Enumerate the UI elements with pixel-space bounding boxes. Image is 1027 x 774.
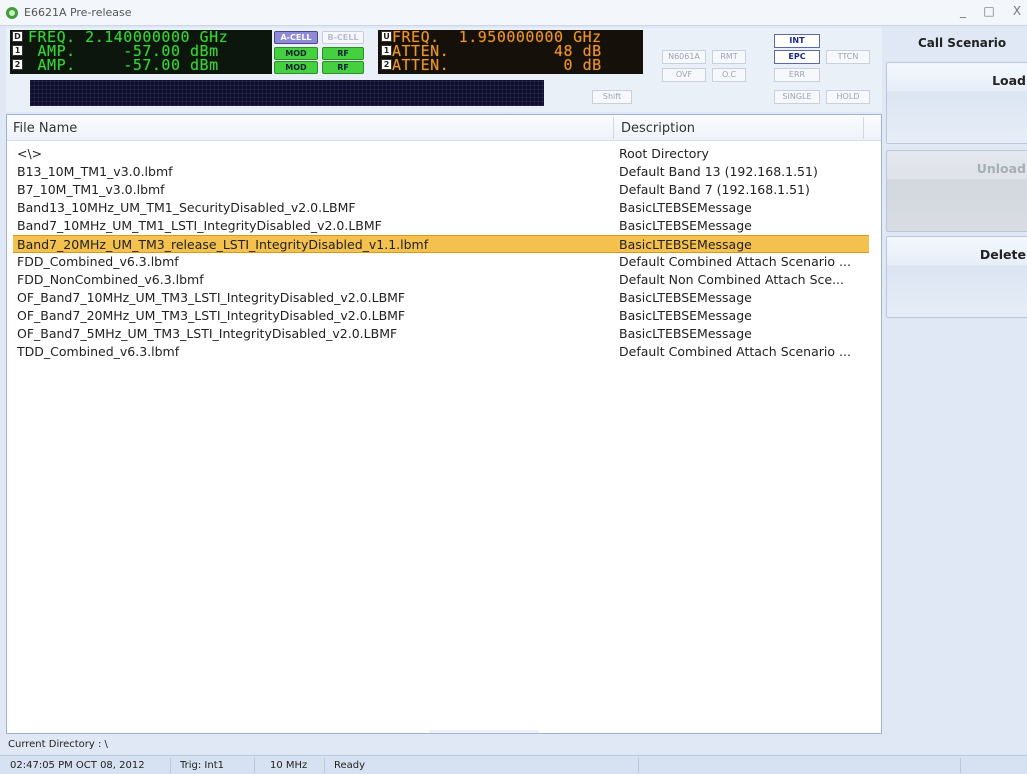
call-scenario-heading: Call Scenario [918,36,1007,50]
table-row[interactable]: B13_10M_TM1_v3.0.lbmf Default Band 13 (19… [7,163,881,181]
table-row[interactable]: <\> Root Directory [7,145,881,163]
load-label: Load [992,73,1026,88]
description-cell: BasicLTEBSEMessage [619,308,752,323]
file-name-cell: TDD_Combined_v6.3.lbmf [17,344,180,359]
call-scenario-panel: Call Scenario Load Unload Delete [884,26,1027,754]
file-name-cell: Band7_10MHz_UM_TM1_LSTI_IntegrityDisable… [17,218,382,233]
row-label-2: 2 [12,59,23,70]
file-name-cell: B7_10M_TM1_v3.0.lbmf [17,182,165,197]
downlink-amp2-readout: AMP. -57.00 dBm [28,56,219,74]
status-divider [254,758,255,773]
table-row-selected[interactable]: Band7_20MHz_UM_TM3_release_LSTI_Integrit… [13,235,869,253]
column-divider[interactable] [613,117,614,139]
horizontal-scrollbar[interactable] [429,730,539,733]
current-directory-bar: Current Directory : \ [0,736,884,754]
close-button[interactable]: X [1010,4,1024,18]
file-name-cell: B13_10M_TM1_v3.0.lbmf [17,164,173,179]
table-row[interactable]: Band13_10MHz_UM_TM1_SecurityDisabled_v2.… [7,199,881,217]
file-rows: <\> Root Directory B13_10M_TM1_v3.0.lbmf De… [7,145,881,361]
title-bar: E6621A Pre-release _ □ X [0,0,1027,26]
current-directory: Current Directory : \ [8,739,108,750]
minimize-button[interactable]: _ [956,4,970,18]
row-label-d: D [12,31,23,42]
description-cell: Default Non Combined Attach Sce... [619,272,844,287]
status-divider [170,758,171,773]
file-name-cell: <\> [17,146,43,161]
column-divider[interactable] [863,117,864,139]
table-row[interactable]: OF_Band7_20MHz_UM_TM3_LSTI_IntegrityDisa… [7,307,881,325]
rmt-indicator: RMT [712,50,746,64]
column-file-name[interactable]: File Name [13,121,77,136]
file-name-cell: OF_Band7_20MHz_UM_TM3_LSTI_IntegrityDisa… [17,308,406,323]
app-icon [6,7,18,19]
status-state: Ready [334,760,366,771]
table-row[interactable]: B7_10M_TM1_v3.0.lbmf Default Band 7 (192.… [7,181,881,199]
description-cell: Root Directory [619,146,709,161]
single-button[interactable]: SINGLE [774,90,820,104]
status-bar: 02:47:05 PM OCT 08, 2012 Trig: Int1 10 M… [0,755,1027,774]
description-cell: BasicLTEBSEMessage [619,218,752,233]
status-divider [638,758,639,773]
description-cell: BasicLTEBSEMessage [619,237,752,252]
file-name-cell: FDD_NonCombined_v6.3.lbmf [17,272,204,287]
shift-button[interactable]: Shift [592,90,632,104]
file-name-cell: OF_Band7_10MHz_UM_TM3_LSTI_IntegrityDisa… [17,290,406,305]
status-divider [960,758,961,773]
mod1-indicator: MOD [274,47,318,60]
err-indicator: ERR [774,68,820,82]
status-bandwidth: 10 MHz [270,760,308,771]
status-divider [324,758,325,773]
status-trigger: Trig: Int1 [180,760,224,771]
int-button[interactable]: INT [774,34,820,48]
file-name-cell: Band7_20MHz_UM_TM3_release_LSTI_Integrit… [17,237,429,252]
a-cell-indicator[interactable]: A-CELL [274,31,318,44]
downlink-display: FREQ. 2.140000000 GHz AMP. -57.00 dBm AM… [10,30,272,74]
table-row[interactable]: OF_Band7_5MHz_UM_TM3_LSTI_IntegrityDisab… [7,325,881,343]
row-label-u: U [381,31,392,42]
n6061a-button[interactable]: N6061A [662,50,706,64]
table-row[interactable]: FDD_NonCombined_v6.3.lbmf Default Non Com… [7,271,881,289]
load-button[interactable]: Load [886,62,1027,144]
description-cell: BasicLTEBSEMessage [619,290,752,305]
ovf-indicator: OVF [662,68,706,82]
unload-label: Unload [976,161,1026,176]
description-cell: Default Combined Attach Scenario ... [619,254,851,269]
b-cell-indicator[interactable]: B-CELL [322,31,364,44]
epc-button[interactable]: EPC [774,50,820,64]
table-row[interactable]: OF_Band7_10MHz_UM_TM3_LSTI_IntegrityDisa… [7,289,881,307]
file-list-header: File Name Description [7,115,881,141]
mod2-indicator: MOD [274,61,318,74]
file-name-cell: OF_Band7_5MHz_UM_TM3_LSTI_IntegrityDisab… [17,326,398,341]
rf2-indicator: RF [322,61,364,74]
delete-button[interactable]: Delete [886,236,1027,318]
row-label-u2: 2 [381,59,392,70]
row-label-u1: 1 [381,45,392,56]
table-row[interactable]: TDD_Combined_v6.3.lbmf Default Combined A… [7,343,881,361]
description-cell: BasicLTEBSEMessage [619,200,752,215]
table-row[interactable]: Band7_10MHz_UM_TM1_LSTI_IntegrityDisable… [7,217,881,235]
file-name-cell: FDD_Combined_v6.3.lbmf [17,254,179,269]
delete-label: Delete [979,247,1026,262]
status-datetime: 02:47:05 PM OCT 08, 2012 [10,760,145,771]
unload-button[interactable]: Unload [886,150,1027,232]
uplink-atten2-readout: ATTEN. 0 dB [392,56,602,74]
table-row[interactable]: FDD_Combined_v6.3.lbmf Default Combined A… [7,253,881,271]
description-cell: Default Combined Attach Scenario ... [619,344,851,359]
oc-indicator: O.C [712,68,746,82]
description-cell: BasicLTEBSEMessage [619,326,752,341]
row-label-1: 1 [12,45,23,56]
hold-button[interactable]: HOLD [826,90,870,104]
message-display [30,80,544,106]
description-cell: Default Band 7 (192.168.1.51) [619,182,810,197]
file-list[interactable]: File Name Description <\> Root Directory B… [6,114,882,734]
maximize-button[interactable]: □ [982,4,996,18]
ttcn-button[interactable]: TTCN [826,50,870,64]
rf1-indicator: RF [322,47,364,60]
file-name-cell: Band13_10MHz_UM_TM1_SecurityDisabled_v2.… [17,200,356,215]
uplink-display: FREQ. 1.950000000 GHz ATTEN. 48 dB ATTEN… [378,30,643,74]
instrument-panel: FREQ. 2.140000000 GHz AMP. -57.00 dBm AM… [6,28,882,112]
window-title: E6621A Pre-release [24,6,132,19]
column-description[interactable]: Description [621,121,695,136]
description-cell: Default Band 13 (192.168.1.51) [619,164,818,179]
